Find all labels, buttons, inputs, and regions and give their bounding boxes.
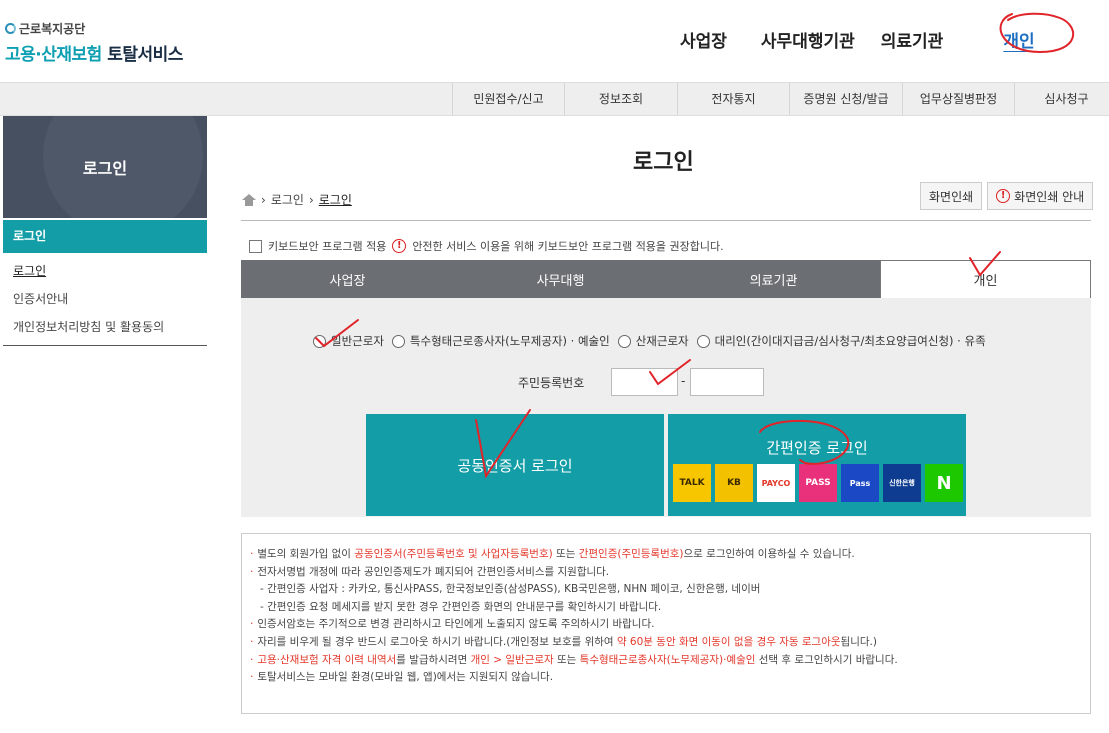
notice-line: · 고용·산재보험 자격 이력 내역서를 발급하시려면 개인 > 일반근로자 또는… — [250, 653, 898, 666]
gnb-item-inquiry[interactable]: 정보조회 — [564, 83, 677, 115]
sidebar: 로그인 로그인 로그인 인증서안내 개인정보처리방침 및 활용동의 — [3, 116, 207, 346]
notice-subline: - 간편인증 사업자 : 카카오, 통신사PASS, 한국정보인증(삼성PASS… — [260, 583, 761, 596]
user-type-radios: 일반근로자 특수형태근로종사자(노무제공자) · 예술인 산재근로자 대리인(간… — [313, 333, 994, 349]
nav-agency[interactable]: 사무대행기관 — [761, 27, 855, 52]
header: 근로복지공단 고용·산재보험 토탈서비스 사업장 사무대행기관 의료기관 개인 — [0, 0, 1109, 82]
org-name: 근로복지공단 — [19, 22, 86, 36]
print-button[interactable]: 화면인쇄 — [920, 182, 983, 210]
divider — [241, 220, 1091, 221]
notice-subline: - 간편인증 요청 메세지를 받지 못한 경우 간편인증 화면의 안내문구를 확… — [260, 600, 662, 613]
payco-icon[interactable]: PAYCO — [757, 464, 795, 502]
kb-icon[interactable]: KB — [715, 464, 753, 502]
tab-business[interactable]: 사업장 — [241, 260, 454, 298]
tab-individual[interactable]: 개인 — [880, 260, 1091, 298]
resident-number-front-input[interactable] — [611, 368, 678, 396]
print-buttons: 화면인쇄 ! 화면인쇄 안내 — [920, 182, 1094, 210]
nav-medical[interactable]: 의료기관 — [881, 27, 944, 52]
simple-auth-login-button[interactable]: 간편인증 로그인 TALK KB PAYCO PASS Pass 신한은행 N — [668, 414, 966, 516]
sidebar-item-login[interactable]: 로그인 — [3, 257, 207, 285]
breadcrumb-sep: › — [308, 192, 314, 207]
tab-agency[interactable]: 사무대행 — [454, 260, 667, 298]
radio-special-worker[interactable]: 특수형태근로종사자(노무제공자) · 예술인 — [391, 333, 610, 349]
nav-individual[interactable]: 개인 — [1003, 27, 1034, 52]
breadcrumb-item[interactable]: 로그인 — [271, 191, 304, 208]
shinhan-icon[interactable]: 신한은행 — [883, 464, 921, 502]
nav-business[interactable]: 사업장 — [680, 27, 727, 52]
breadcrumb-current: 로그인 — [318, 193, 352, 207]
alert-icon: ! — [996, 189, 1011, 203]
kcomwel-logo-icon — [5, 23, 16, 34]
sidebar-item-privacy[interactable]: 개인정보처리방침 및 활용동의 — [3, 313, 207, 341]
sidebar-item-cert-guide[interactable]: 인증서안내 — [3, 285, 207, 313]
home-icon[interactable] — [242, 193, 256, 206]
samsung-pass-icon[interactable]: Pass — [841, 464, 879, 502]
breadcrumb: › 로그인 › 로그인 — [242, 191, 352, 208]
resident-number-separator: - — [681, 374, 686, 388]
login-notice: · 별도의 회원가입 없이 공동인증서(주민등록번호 및 사업자등록번호) 또는 … — [241, 533, 1091, 714]
page-title: 로그인 — [633, 150, 694, 175]
keyboard-security-row: 키보드보안 프로그램 적용 ! 안전한 서비스 이용을 위해 키보드보안 프로그… — [249, 238, 724, 254]
alert-icon: ! — [392, 239, 407, 253]
joint-cert-login-button[interactable]: 공동인증서 로그인 — [366, 414, 664, 516]
gnb-item-review-request[interactable]: 심사청구 — [1014, 83, 1109, 115]
radio-representative[interactable]: 대리인(간이대지급금/심사청구/최초요양급여신청) · 유족 — [696, 333, 986, 349]
gnb-item-certificate[interactable]: 증명원 신청/발급 — [789, 83, 902, 115]
global-nav: 민원접수/신고 정보조회 전자통지 증명원 신청/발급 업무상질병판정 심사청구 — [0, 82, 1109, 116]
keyboard-security-label: 키보드보안 프로그램 적용 — [268, 240, 387, 253]
simple-auth-label: 간편인증 로그인 — [766, 439, 868, 457]
notice-line: · 자리를 비우게 될 경우 반드시 로그아웃 하시기 바랍니다.(개인정보 보호… — [250, 635, 877, 648]
auth-providers: TALK KB PAYCO PASS Pass 신한은행 N — [673, 464, 963, 502]
resident-number-back-input[interactable] — [690, 368, 764, 396]
tab-medical[interactable]: 의료기관 — [667, 260, 880, 298]
logo[interactable]: 근로복지공단 고용·산재보험 토탈서비스 — [5, 20, 183, 65]
radio-general-worker[interactable]: 일반근로자 — [313, 333, 384, 349]
login-type-tabs: 사업장 사무대행 의료기관 개인 — [241, 260, 1091, 298]
gnb-item-notification[interactable]: 전자통지 — [677, 83, 789, 115]
breadcrumb-sep: › — [261, 192, 266, 207]
kakao-icon[interactable]: TALK — [673, 464, 711, 502]
gnb-item-disease-judgment[interactable]: 업무상질병판정 — [902, 83, 1014, 115]
notice-line: · 인증서암호는 주기적으로 변경 관리하시고 타인에게 노출되지 않도록 주의하… — [250, 618, 655, 631]
print-guide-button[interactable]: ! 화면인쇄 안내 — [987, 182, 1094, 210]
sidebar-title: 로그인 — [3, 116, 207, 218]
gnb-item-complaint[interactable]: 민원접수/신고 — [452, 83, 564, 115]
service-title-part1: 고용·산재보험 — [5, 45, 102, 65]
naver-icon[interactable]: N — [925, 464, 963, 502]
sidebar-active-section[interactable]: 로그인 — [3, 220, 207, 253]
resident-number-label: 주민등록번호 — [518, 376, 585, 390]
keyboard-security-notice: 안전한 서비스 이용을 위해 키보드보안 프로그램 적용을 권장합니다. — [412, 240, 724, 253]
notice-line: · 전자서명법 개정에 따라 공인인증제도가 폐지되어 간편인증서비스를 지원합니… — [250, 565, 610, 578]
top-nav: 사업장 사무대행기관 의료기관 개인 — [680, 27, 1035, 52]
radio-injured-worker[interactable]: 산재근로자 — [617, 333, 689, 349]
notice-line: · 토탈서비스는 모바일 환경(모바일 웹, 앱)에서는 지원되지 않습니다. — [250, 671, 554, 684]
keyboard-security-checkbox[interactable] — [249, 239, 262, 253]
notice-line: · 별도의 회원가입 없이 공동인증서(주민등록번호 및 사업자등록번호) 또는 … — [250, 548, 855, 560]
service-title-part2: 토탈서비스 — [107, 45, 183, 65]
pass-icon[interactable]: PASS — [799, 464, 837, 502]
